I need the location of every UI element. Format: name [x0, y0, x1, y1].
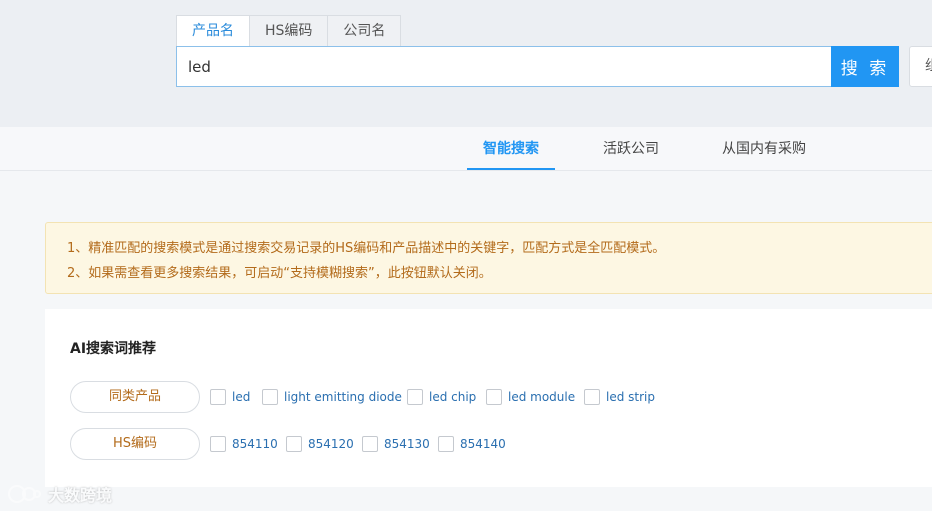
search-notice: 1、精准匹配的搜索模式是通过搜索交易记录的HS编码和产品描述中的关键字，匹配方式…: [45, 222, 932, 294]
ai-recommend-title: AI搜索词推荐: [70, 341, 157, 357]
keyword-chip[interactable]: led module: [486, 389, 575, 405]
tab-domestic-purchase[interactable]: 从国内有采购: [713, 127, 815, 171]
result-nav-bar: 智能搜索 活跃公司 从国内有采购: [0, 127, 932, 171]
keyword-chip[interactable]: light emitting diode: [262, 389, 402, 405]
checkbox[interactable]: [286, 436, 302, 452]
ai-recommend-panel: AI搜索词推荐 同类产品 led light emitting diode le…: [45, 309, 932, 487]
search-button[interactable]: 搜 索: [831, 46, 899, 87]
checkbox[interactable]: [362, 436, 378, 452]
tab-company-name[interactable]: 公司名: [327, 15, 402, 47]
checkbox[interactable]: [210, 436, 226, 452]
watermark-logo-icon: [8, 485, 41, 503]
tab-smart-search[interactable]: 智能搜索: [467, 127, 555, 171]
notice-line-1: 1、精准匹配的搜索模式是通过搜索交易记录的HS编码和产品描述中的关键字，匹配方式…: [67, 241, 666, 256]
hs-code-chip[interactable]: 854130: [362, 436, 430, 452]
checkbox[interactable]: [584, 389, 600, 405]
checkbox[interactable]: [262, 389, 278, 405]
checkbox[interactable]: [438, 436, 454, 452]
notice-line-2: 2、如果需查看更多搜索结果，可启动“支持模糊搜索”，此按钮默认关闭。: [67, 266, 492, 281]
side-options-button[interactable]: 组: [909, 46, 932, 87]
search-type-tabs: 产品名 HS编码 公司名: [176, 15, 402, 47]
hs-code-chip[interactable]: 854140: [438, 436, 506, 452]
search-header: 产品名 HS编码 公司名 搜 索 组: [0, 0, 932, 127]
checkbox[interactable]: [210, 389, 226, 405]
checkbox[interactable]: [486, 389, 502, 405]
keyword-chip[interactable]: led strip: [584, 389, 655, 405]
hs-code-chip[interactable]: 854120: [286, 436, 354, 452]
search-input[interactable]: [176, 46, 832, 87]
keyword-chip[interactable]: led chip: [407, 389, 476, 405]
watermark: 大数跨境: [8, 482, 112, 506]
tab-hs-code[interactable]: HS编码: [249, 15, 329, 47]
tab-product-name[interactable]: 产品名: [176, 15, 250, 47]
hs-code-chip[interactable]: 854110: [210, 436, 278, 452]
hs-code-label[interactable]: HS编码: [70, 428, 200, 460]
tab-active-companies[interactable]: 活跃公司: [588, 127, 674, 171]
checkbox[interactable]: [407, 389, 423, 405]
active-tab-indicator: [467, 168, 555, 170]
similar-products-label[interactable]: 同类产品: [70, 381, 200, 413]
keyword-chip[interactable]: led: [210, 389, 250, 405]
watermark-text: 大数跨境: [48, 486, 113, 505]
